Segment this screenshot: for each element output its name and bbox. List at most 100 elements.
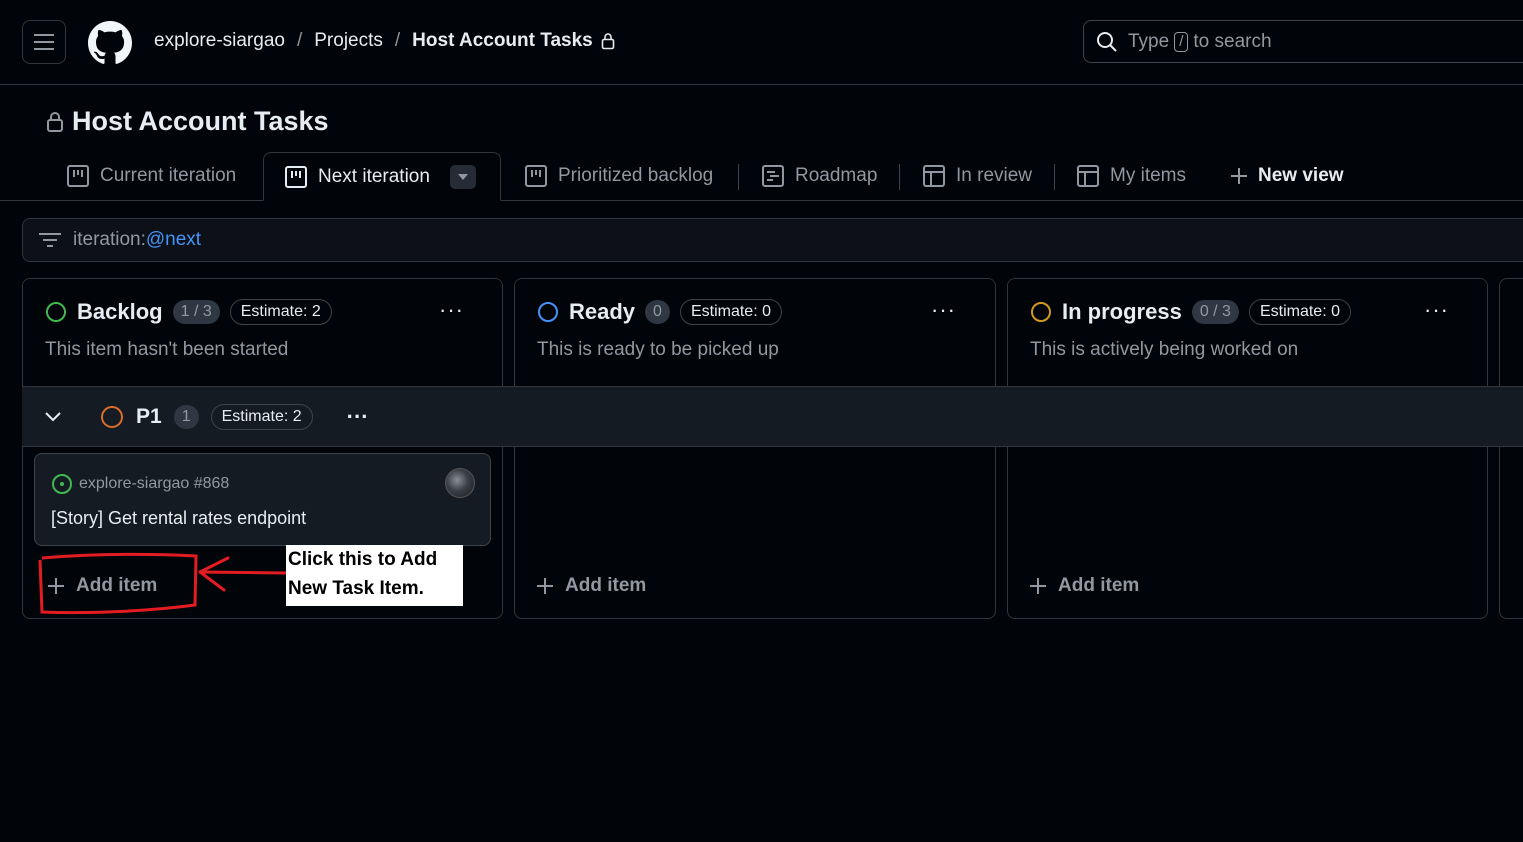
hamburger-icon <box>34 34 54 50</box>
tab-divider <box>1054 164 1055 190</box>
status-circle-icon <box>46 302 66 322</box>
board-column-ready: Ready 0 Estimate: 0 This is ready to be … <box>514 278 996 619</box>
annotation-line-2: New Task Item. <box>288 578 424 599</box>
column-more-options-button[interactable]: ··· <box>439 297 464 323</box>
column-estimate-badge: Estimate: 0 <box>1248 299 1351 325</box>
group-more-options-button[interactable]: ··· <box>347 404 369 430</box>
group-estimate-badge: Estimate: 2 <box>210 404 313 430</box>
new-view-button[interactable]: New view <box>1230 152 1344 200</box>
column-header: Backlog 1 / 3 Estimate: 2 This item hasn… <box>23 279 502 387</box>
column-estimate-badge: Estimate: 0 <box>679 299 782 325</box>
column-name: Backlog <box>77 299 163 324</box>
lock-icon <box>47 111 63 132</box>
search-placeholder-suffix: to search <box>1193 30 1272 52</box>
view-tabs: Current iteration Next iteration Priorit… <box>0 152 1523 201</box>
annotation-callout: Click this to Add New Task Item. <box>286 545 463 606</box>
board-icon <box>67 165 89 187</box>
group-row-p1: P1 1 Estimate: 2 ··· <box>22 386 1523 447</box>
column-description: This item hasn't been started <box>45 339 289 360</box>
status-circle-icon <box>538 302 558 322</box>
table-icon <box>923 165 945 187</box>
add-item-button[interactable]: Add item <box>48 575 157 597</box>
annotation-line-1: Click this to Add <box>288 549 438 570</box>
search-shortcut-key: / <box>1174 31 1189 52</box>
table-icon <box>1077 165 1099 187</box>
column-header: In progress 0 / 3 Estimate: 0 This is ac… <box>1008 279 1487 387</box>
add-item-button[interactable]: Add item <box>537 575 646 597</box>
issue-card[interactable]: explore-siargao #868 [Story] Get rental … <box>34 453 491 546</box>
tab-label: Prioritized backlog <box>558 165 714 186</box>
board-column-in-progress: In progress 0 / 3 Estimate: 0 This is ac… <box>1007 278 1488 619</box>
tab-prioritized-backlog[interactable]: Prioritized backlog <box>524 152 713 200</box>
tab-divider <box>738 164 739 190</box>
github-logo-icon[interactable] <box>88 21 132 65</box>
tab-next-iteration[interactable]: Next iteration <box>263 152 501 201</box>
tab-current-iteration[interactable]: Current iteration <box>66 152 236 200</box>
chevron-down-icon <box>457 173 468 180</box>
chevron-down-icon[interactable] <box>44 411 62 423</box>
plus-icon <box>537 578 553 594</box>
add-item-label: Add item <box>565 575 647 596</box>
breadcrumb-org-link[interactable]: explore-siargao <box>154 30 285 52</box>
column-name: In progress <box>1062 299 1182 324</box>
card-repo-reference: explore-siargao #868 <box>51 473 229 495</box>
board-icon <box>525 165 547 187</box>
column-name: Ready <box>569 299 636 324</box>
view-options-button[interactable] <box>449 164 476 189</box>
new-view-label: New view <box>1258 165 1344 186</box>
search-input[interactable]: Type / to search <box>1083 20 1523 63</box>
column-more-options-button[interactable]: ··· <box>931 297 956 323</box>
column-count-badge: 0 <box>645 300 670 324</box>
status-circle-icon <box>101 406 123 428</box>
roadmap-icon <box>762 165 784 187</box>
column-description: This is ready to be picked up <box>537 339 779 360</box>
search-icon <box>1097 31 1117 52</box>
filter-value: @next <box>145 229 202 250</box>
plus-icon <box>1030 578 1046 594</box>
filter-text: iteration:@next <box>73 229 201 251</box>
board-icon <box>285 165 307 188</box>
tab-label: My items <box>1110 165 1186 186</box>
column-title: Backlog 1 / 3 Estimate: 2 <box>45 299 332 325</box>
hamburger-menu-button[interactable] <box>22 20 66 64</box>
add-item-label: Add item <box>76 575 158 596</box>
tab-label: Next iteration <box>318 165 430 187</box>
column-description: This is actively being worked on <box>1030 339 1299 360</box>
breadcrumb-separator: / <box>296 30 303 51</box>
add-item-button[interactable]: Add item <box>1030 575 1139 597</box>
page-title: Host Account Tasks <box>46 106 329 137</box>
tab-in-review[interactable]: In review <box>922 152 1032 200</box>
plus-icon <box>1231 168 1247 184</box>
project-title-text: Host Account Tasks <box>72 106 329 136</box>
card-repo-text: explore-siargao #868 <box>79 475 230 492</box>
filter-icon <box>39 233 61 247</box>
column-count-badge: 0 / 3 <box>1191 300 1239 324</box>
plus-icon <box>48 578 64 594</box>
add-item-label: Add item <box>1058 575 1140 596</box>
tab-label: Roadmap <box>795 165 878 186</box>
filter-input[interactable]: iteration:@next <box>22 218 1523 262</box>
breadcrumb: explore-siargao / Projects / Host Accoun… <box>154 30 615 52</box>
column-more-options-button[interactable]: ··· <box>1424 297 1449 323</box>
group-header: P1 1 Estimate: 2 ··· <box>44 404 369 430</box>
group-name: P1 <box>136 405 162 428</box>
lock-icon <box>601 33 615 50</box>
top-bar: explore-siargao / Projects / Host Accoun… <box>0 0 1523 85</box>
column-header: Ready 0 Estimate: 0 This is ready to be … <box>515 279 995 387</box>
group-count-badge: 1 <box>173 405 199 429</box>
board-column-partial <box>1499 278 1523 619</box>
tab-label: In review <box>956 165 1033 186</box>
assignee-avatar[interactable] <box>445 468 475 498</box>
breadcrumb-projects-link[interactable]: Projects <box>314 30 383 52</box>
tab-roadmap[interactable]: Roadmap <box>761 152 877 200</box>
column-title: In progress 0 / 3 Estimate: 0 <box>1030 299 1351 325</box>
column-count-badge: 1 / 3 <box>172 300 220 324</box>
column-estimate-badge: Estimate: 2 <box>229 299 332 325</box>
tab-my-items[interactable]: My items <box>1076 152 1186 200</box>
tab-divider <box>899 164 900 190</box>
card-title[interactable]: [Story] Get rental rates endpoint <box>51 508 306 529</box>
status-circle-icon <box>1031 302 1051 322</box>
breadcrumb-separator: / <box>394 30 401 51</box>
column-title: Ready 0 Estimate: 0 <box>537 299 782 325</box>
breadcrumb-project-link[interactable]: Host Account Tasks <box>412 30 593 52</box>
